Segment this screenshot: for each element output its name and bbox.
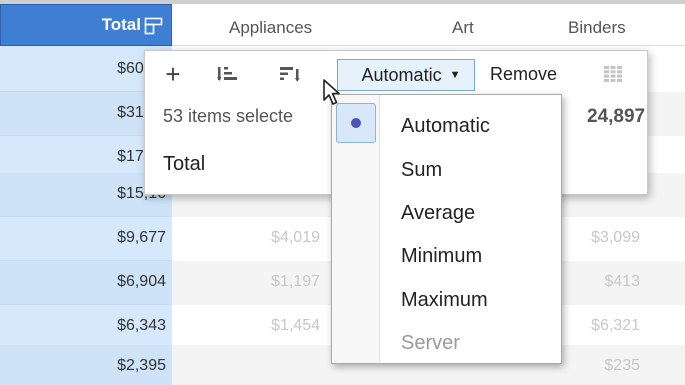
option-average[interactable]: Average [401, 202, 475, 225]
aggregation-dropdown-label: Automatic [361, 64, 442, 85]
sort-descending-icon[interactable] [275, 59, 305, 89]
aggregation-options-list: Automatic Sum Average Minimum Maximum Se… [331, 94, 562, 364]
cell-appliances: $4,019 [271, 229, 320, 246]
cell-total: $2,395 [117, 357, 166, 374]
column-header-art[interactable]: Art [452, 18, 474, 38]
option-minimum[interactable]: Minimum [401, 245, 482, 268]
cell-total: $6,343 [117, 317, 166, 334]
cell-total: $15,16 [117, 185, 166, 202]
cell-total: $6,904 [117, 273, 166, 290]
total-label: Total [163, 153, 206, 175]
column-header-binders[interactable]: Binders [568, 18, 626, 38]
cell-total: $9,677 [117, 229, 166, 246]
cell-appliances: $1,197 [271, 273, 320, 290]
selection-count-text: 53 items selecte [163, 106, 294, 126]
selected-option-indicator [336, 103, 376, 143]
option-automatic[interactable]: Automatic [401, 115, 490, 138]
aggregation-dropdown[interactable]: Automatic ▼ [337, 59, 475, 91]
cell-total: $17,53 [117, 148, 166, 165]
column-header-appliances[interactable]: Appliances [229, 18, 312, 38]
remove-button[interactable]: Remove [490, 59, 576, 89]
option-sum[interactable]: Sum [401, 159, 442, 182]
column-menu-icon[interactable] [144, 17, 163, 35]
cell-appliances: $1,454 [271, 317, 320, 334]
plus-icon[interactable]: + [159, 59, 187, 89]
chevron-down-icon: ▼ [449, 69, 461, 81]
cell-total: $31,68 [117, 104, 166, 121]
cell-total: $60,77 [117, 60, 166, 77]
column-header-total[interactable]: Total [0, 4, 172, 46]
mouse-pointer-icon [323, 79, 340, 105]
selection-value: 24,897 [587, 106, 646, 127]
sort-ascending-icon[interactable] [213, 59, 243, 89]
column-header-total-label: Total [101, 15, 141, 34]
grid-icon[interactable] [600, 59, 626, 89]
option-server: Server [401, 332, 460, 354]
radio-dot-icon [351, 118, 361, 128]
option-maximum[interactable]: Maximum [401, 289, 488, 312]
